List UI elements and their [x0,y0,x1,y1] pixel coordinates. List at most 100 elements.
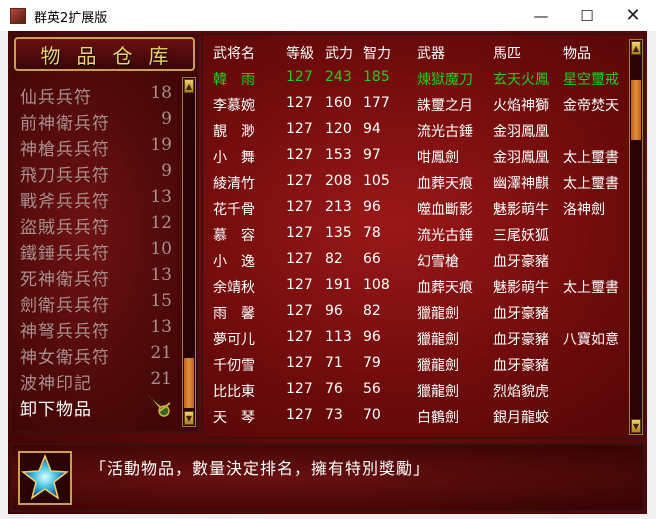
cell-int: 82 [363,303,381,319]
table-scroll-up-arrow-icon[interactable]: ▲ [631,41,641,55]
cell-name: 慕 容 [213,228,255,244]
item-row[interactable]: 神弩兵兵符 13 [20,317,172,343]
item-row[interactable]: 波神印記 21 [20,369,172,395]
item-name: 鐵錘兵兵符 [20,244,110,264]
general-table-panel: 武将名 等級 武力 智力 武器 馬匹 物品 韓 雨 127 243 185 煉獄魔刀 玄天… [201,33,645,439]
item-row[interactable]: 死神衛兵符 13 [20,265,172,291]
item-count: 13 [150,187,172,207]
item-row[interactable]: 劍衛兵兵符 15 [20,291,172,317]
cell-weapon: 獵龍劍 [417,332,459,348]
table-row[interactable]: 雨 馨 127 96 82 獵龍劍 血牙豪豬 [203,299,633,325]
cell-int: 94 [363,121,381,137]
table-row[interactable]: 小 逸 127 82 66 幻雪槍 血牙豪豬 [203,247,633,273]
table-row[interactable]: 花千骨 127 213 96 噬血斷影 魅影萌牛 洛神劍 [203,195,633,221]
table-row[interactable]: 千仞雪 127 71 79 獵龍劍 血牙豪豬 [203,351,633,377]
item-count: 10 [150,239,172,259]
table-row[interactable]: 天 琴 127 73 70 白鶴劍 銀月龍蛟 [203,403,633,429]
cell-item: 太上璽書 [563,280,619,296]
cell-item: 太上璽書 [563,150,619,166]
cell-atk: 208 [325,173,352,189]
cell-atk: 160 [325,95,352,111]
table-header: 武将名 等級 武力 智力 武器 馬匹 物品 [203,39,633,65]
star-portrait [18,451,72,505]
table-scrollbar[interactable]: ▲ ▼ [629,39,643,435]
cell-name: 比比東 [213,384,255,400]
cell-name: 天 琴 [213,410,255,426]
cell-name: 綾清竹 [213,176,255,192]
maximize-button[interactable]: ☐ [564,0,610,31]
table-row[interactable]: 李慕婉 127 160 177 誅璽之月 火焰神獅 金帝焚天 [203,91,633,117]
table-scroll-thumb[interactable] [631,80,641,140]
header-item: 物品 [563,46,591,62]
scroll-up-arrow-icon[interactable]: ▲ [184,79,194,93]
item-count: 9 [161,161,172,181]
item-row[interactable]: 神槍兵兵符 19 [20,135,172,161]
cell-name: 李慕婉 [213,98,255,114]
scroll-thumb[interactable] [184,358,194,408]
item-row[interactable]: 飛刀兵兵符 9 [20,161,172,187]
cell-atk: 73 [325,407,343,423]
cell-atk: 243 [325,69,352,85]
table-row[interactable]: 慕 容 127 135 78 流光古錘 三尾妖狐 [203,221,633,247]
cell-int: 79 [363,355,381,371]
item-name: 飛刀兵兵符 [20,166,110,186]
item-row[interactable]: 盜賊兵兵符 12 [20,213,172,239]
header-level: 等級 [286,46,314,62]
cell-horse: 血牙豪豬 [493,332,549,348]
item-name: 神弩兵兵符 [20,322,110,342]
table-row[interactable]: 綾清竹 127 208 105 血葬天痕 幽澤神麒 太上璽書 [203,169,633,195]
message-panel: 「活動物品，數量決定排名，擁有特別獎勵」 [10,443,645,512]
cell-level: 127 [286,407,313,423]
cell-horse: 魅影萌牛 [493,202,549,218]
item-count: 13 [150,317,172,337]
item-row[interactable]: 仙兵兵符 18 [20,83,172,109]
item-list-scrollbar[interactable]: ▲ ▼ [182,77,196,427]
cell-name: 小 舞 [213,150,255,166]
item-count: 15 [150,291,172,311]
cell-int: 96 [363,199,381,215]
cell-name: 靚 渺 [213,124,255,140]
item-name: 戰斧兵兵符 [20,192,110,212]
cell-name: 小 逸 [213,254,255,270]
table-scroll-down-arrow-icon[interactable]: ▼ [631,419,641,433]
header-horse: 馬匹 [493,46,521,62]
header-weapon: 武器 [417,46,445,62]
cell-weapon: 獵龍劍 [417,306,459,322]
cell-int: 177 [363,95,390,111]
window-title: 群英2扩展版 [34,11,108,26]
cell-weapon: 幻雪槍 [417,254,459,270]
game-area: 物品仓库 仙兵兵符 18 前神衛兵符 9 神槍兵兵符 19 飛刀兵兵符 9 戰斧兵兵符 13 盜賊兵… [8,31,647,514]
item-row[interactable]: 前神衛兵符 9 [20,109,172,135]
cell-horse: 金羽鳳凰 [493,124,549,140]
item-name: 前神衛兵符 [20,114,110,134]
item-row[interactable]: 戰斧兵兵符 13 [20,187,172,213]
table-row[interactable]: 夢可儿 127 113 96 獵龍劍 血牙豪豬 八寶如意 [203,325,633,351]
star-icon [20,453,70,500]
header-atk: 武力 [325,46,353,62]
cell-int: 105 [363,173,390,189]
close-button[interactable]: ✕ [610,0,656,31]
scroll-down-arrow-icon[interactable]: ▼ [184,411,194,425]
item-count: 21 [150,343,172,363]
cell-int: 66 [363,251,381,267]
cell-int: 78 [363,225,381,241]
cell-weapon: 流光古錘 [417,124,473,140]
table-row[interactable]: 韓 雨 127 243 185 煉獄魔刀 玄天火鳳 星空璽戒 [203,65,633,91]
cell-weapon: 獵龍劍 [417,384,459,400]
table-row[interactable]: 比比東 127 76 56 獵龍劍 烈焰貌虎 [203,377,633,403]
cell-horse: 血牙豪豬 [493,254,549,270]
item-count: 18 [150,83,172,103]
cell-level: 127 [286,95,313,111]
cell-level: 127 [286,225,313,241]
item-row[interactable]: 鐵錘兵兵符 10 [20,239,172,265]
item-row[interactable]: 神女衛兵符 21 [20,343,172,369]
cell-horse: 銀月龍蛟 [493,410,549,426]
app-icon [10,8,26,24]
cell-level: 127 [286,355,313,371]
minimize-button[interactable]: — [518,0,564,31]
table-row[interactable]: 小 舞 127 153 97 咁鳳劍 金羽鳳凰 太上璽書 [203,143,633,169]
table-row[interactable]: 余靖秋 127 191 108 血葬天痕 魅影萌牛 太上璽書 [203,273,633,299]
cell-level: 127 [286,147,313,163]
cell-name: 雨 馨 [213,306,255,322]
table-row[interactable]: 靚 渺 127 120 94 流光古錘 金羽鳳凰 [203,117,633,143]
